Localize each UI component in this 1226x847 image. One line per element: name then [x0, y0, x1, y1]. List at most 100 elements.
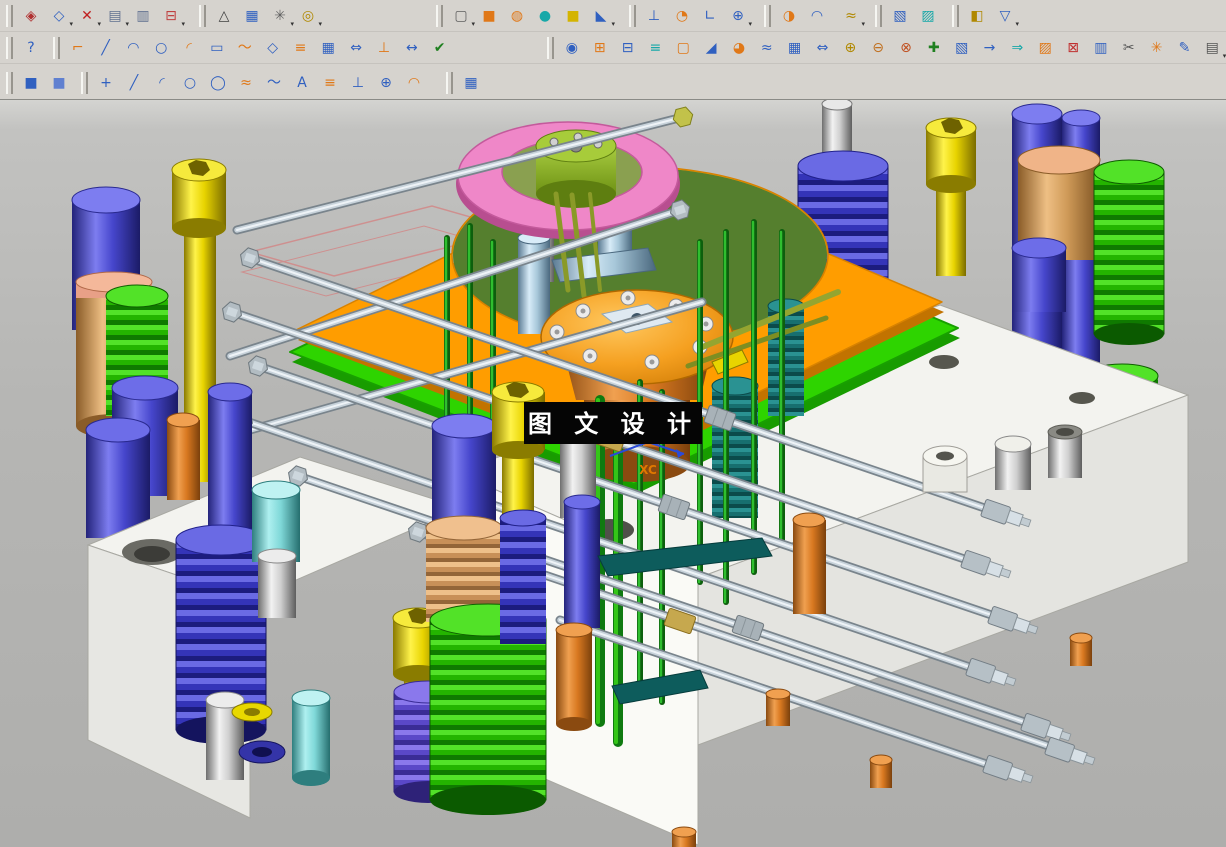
move-face-icon[interactable]: →: [977, 35, 1003, 61]
toolbar-handle[interactable]: [52, 36, 60, 59]
constraints-icon[interactable]: ⊥: [371, 35, 397, 61]
swept-icon[interactable]: ▧: [887, 3, 913, 29]
n-sided-surface-icon[interactable]: ▽: [992, 3, 1019, 29]
snap-point-icon[interactable]: ◈: [18, 3, 44, 29]
toolbar-handle[interactable]: [6, 36, 13, 59]
identify-icon[interactable]: ⊕: [725, 3, 752, 29]
project-curve-icon[interactable]: ⊥: [345, 70, 371, 96]
rib-icon[interactable]: ≡: [643, 35, 669, 61]
split-body-icon[interactable]: ▥: [1088, 35, 1114, 61]
toolbar-handle[interactable]: [436, 4, 443, 27]
profile-icon[interactable]: ⌐: [65, 35, 91, 61]
spreadsheet-icon[interactable]: ▦: [239, 3, 265, 29]
triangle-mesh-icon[interactable]: △: [211, 3, 237, 29]
mirror-curve-icon[interactable]: ⇔: [343, 35, 369, 61]
text-curve-icon[interactable]: A: [289, 70, 315, 96]
wedge-icon[interactable]: ◣: [588, 3, 615, 29]
offset-in-sketch-icon[interactable]: ≡: [317, 70, 343, 96]
paste-icon[interactable]: ▥: [130, 3, 156, 29]
fillet-icon[interactable]: ◜: [176, 35, 202, 61]
toolbar-handle[interactable]: [629, 4, 636, 27]
circle-curve-icon[interactable]: ○: [177, 70, 203, 96]
pad-icon[interactable]: ⊞: [587, 35, 613, 61]
toolbar-handle[interactable]: [81, 71, 88, 94]
ellipse-curve-glyph: ◯: [210, 74, 226, 91]
trim-body-icon[interactable]: ✂: [1116, 35, 1142, 61]
revolve-icon[interactable]: ◍: [504, 3, 530, 29]
suppress-icon[interactable]: ⊟: [158, 3, 185, 29]
hole-icon[interactable]: ◉: [559, 35, 585, 61]
part-navigator-icon[interactable]: ▤: [1199, 35, 1226, 61]
subtract-icon[interactable]: ⊖: [865, 35, 891, 61]
copy-icon[interactable]: ▤: [102, 3, 129, 29]
arc-icon[interactable]: ◠: [120, 35, 146, 61]
pocket-icon[interactable]: ⊟: [615, 35, 641, 61]
view-top-icon[interactable]: ■: [46, 70, 72, 96]
dimensions-icon[interactable]: ↔: [399, 35, 425, 61]
mirror-feature-icon[interactable]: ⇔: [810, 35, 836, 61]
bridge-curve-icon[interactable]: ◠: [401, 70, 427, 96]
view-front-icon[interactable]: ■: [18, 70, 44, 96]
ellipse-curve-icon[interactable]: ◯: [205, 70, 231, 96]
unite-icon[interactable]: ⊕: [837, 35, 863, 61]
concentric-circles-icon[interactable]: ◎: [295, 3, 322, 29]
point-set-glyph: ✳: [274, 7, 286, 24]
shell-icon[interactable]: ▢: [670, 35, 696, 61]
datum-axis-icon[interactable]: ∟: [697, 3, 723, 29]
edge-blend-icon[interactable]: ◕: [726, 35, 752, 61]
thread-icon[interactable]: ≈: [754, 35, 780, 61]
toolbar-handle[interactable]: [6, 71, 13, 94]
measure-distance-icon[interactable]: ⊥: [641, 3, 667, 29]
arc-curve-icon[interactable]: ◜: [149, 70, 175, 96]
section-analysis-icon[interactable]: ◔: [669, 3, 695, 29]
point-set-icon[interactable]: ✳: [267, 3, 294, 29]
rectangle-icon[interactable]: ▭: [204, 35, 230, 61]
offset-curve-icon[interactable]: ≡: [288, 35, 314, 61]
point-icon[interactable]: +: [93, 70, 119, 96]
toolbar-handle[interactable]: [875, 4, 882, 27]
pattern-feature-icon[interactable]: ▦: [782, 35, 808, 61]
snap-grid-icon[interactable]: ▦: [458, 70, 484, 96]
law-curve-icon[interactable]: ≈: [838, 3, 865, 29]
delete-face-icon[interactable]: ⊠: [1060, 35, 1086, 61]
boss-icon[interactable]: ◑: [776, 3, 802, 29]
toolbar-gap: [865, 4, 871, 28]
patch-icon[interactable]: ▧: [949, 35, 975, 61]
delete-icon[interactable]: ✕: [74, 3, 101, 29]
block-icon[interactable]: ■: [560, 3, 586, 29]
replace-face-icon[interactable]: ▨: [1032, 35, 1058, 61]
left-cylinder-stack[interactable]: [71, 186, 179, 538]
help-icon[interactable]: ?: [18, 35, 44, 61]
display-box-icon[interactable]: ▢: [448, 3, 475, 29]
toolbar-handle[interactable]: [764, 4, 771, 27]
toolbar-handle[interactable]: [199, 4, 206, 27]
graphics-viewport[interactable]: XC 图 文 设 计: [0, 100, 1226, 847]
model-canvas[interactable]: XC 图 文 设 计: [0, 100, 1226, 847]
x-form-icon[interactable]: ✳: [1144, 35, 1170, 61]
chamfer-icon[interactable]: ◢: [698, 35, 724, 61]
datum-plane-icon[interactable]: ◇: [46, 3, 73, 29]
studio-surface-icon[interactable]: ◠: [804, 3, 830, 29]
offset-surface-icon[interactable]: ▨: [915, 3, 941, 29]
pattern-curve-icon[interactable]: ▦: [315, 35, 341, 61]
toolbar-handle[interactable]: [952, 4, 959, 27]
sew-icon[interactable]: ✚: [921, 35, 947, 61]
studio-spline-icon[interactable]: ～: [232, 35, 258, 61]
offset-face-icon[interactable]: ⇒: [1004, 35, 1030, 61]
line-curve-icon[interactable]: ╱: [121, 70, 147, 96]
toolbar-handle[interactable]: [546, 36, 554, 59]
edit-feature-icon[interactable]: ✎: [1172, 35, 1198, 61]
polygon-icon[interactable]: ◇: [260, 35, 286, 61]
line-icon[interactable]: ╱: [93, 35, 119, 61]
extrude-icon[interactable]: ■: [476, 3, 502, 29]
intersect-icon[interactable]: ⊗: [893, 35, 919, 61]
toolbar-handle[interactable]: [446, 71, 453, 94]
bounded-plane-icon[interactable]: ◧: [964, 3, 990, 29]
finish-sketch-icon[interactable]: ✔: [427, 35, 453, 61]
sphere-icon[interactable]: ●: [532, 3, 558, 29]
helix-icon[interactable]: ≈: [233, 70, 259, 96]
toolbar-handle[interactable]: [6, 4, 13, 27]
spline-curve-icon[interactable]: ～: [261, 70, 287, 96]
intersect-curve-icon[interactable]: ⊕: [373, 70, 399, 96]
circle-icon[interactable]: ○: [148, 35, 174, 61]
